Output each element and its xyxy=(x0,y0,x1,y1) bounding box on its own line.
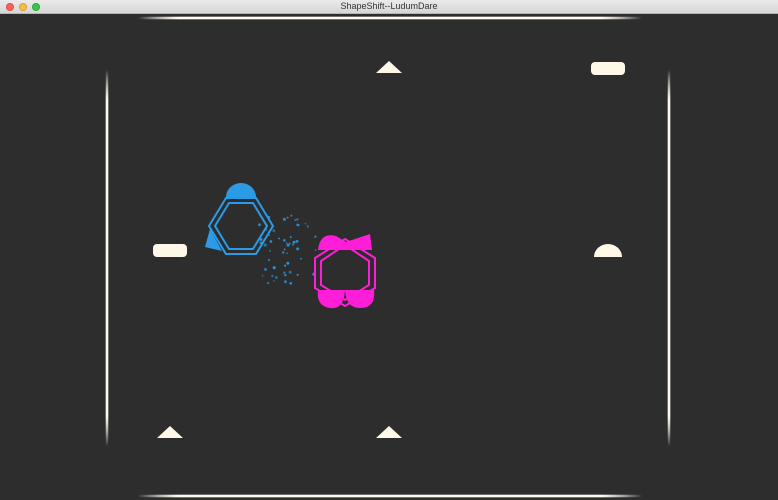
particle xyxy=(286,216,289,219)
blue-player-half-circle xyxy=(226,183,256,197)
game-canvas[interactable] xyxy=(0,14,778,500)
particle xyxy=(283,271,286,274)
particle xyxy=(267,281,270,285)
wall-bottom xyxy=(138,495,642,497)
wall-right xyxy=(668,70,670,446)
particle xyxy=(272,229,276,232)
particle xyxy=(314,249,317,251)
rounded-rect-pickup-left xyxy=(153,244,187,257)
particle xyxy=(272,266,276,270)
rounded-rect-pickup-top-right xyxy=(591,62,625,75)
magenta-player xyxy=(314,234,376,309)
particle xyxy=(283,248,286,251)
game-window: ShapeShift--LudumDare xyxy=(0,0,778,500)
particle xyxy=(289,281,293,285)
particle xyxy=(286,261,290,265)
particle xyxy=(281,251,285,254)
wall-left xyxy=(106,70,108,446)
half-circle-pickup-right xyxy=(594,244,622,257)
title-bar: ShapeShift--LudumDare xyxy=(0,0,778,14)
particle xyxy=(292,244,294,246)
particle xyxy=(292,240,296,244)
particle xyxy=(259,238,263,241)
particle xyxy=(304,222,307,225)
particle xyxy=(263,267,268,272)
particle xyxy=(290,214,293,217)
particle xyxy=(275,276,278,279)
particle xyxy=(258,223,261,227)
particle xyxy=(296,223,299,227)
particle xyxy=(284,273,287,277)
particle xyxy=(296,273,299,276)
particle xyxy=(288,270,292,274)
triangle-pickup-bottom-left xyxy=(157,426,183,438)
particle xyxy=(261,274,264,277)
particle xyxy=(285,242,288,244)
particle xyxy=(314,235,317,238)
particle xyxy=(273,280,275,282)
blue-player xyxy=(205,183,275,255)
particle xyxy=(289,236,292,239)
triangle-pickup-top xyxy=(376,61,402,73)
triangle-pickup-bottom-center xyxy=(376,426,402,438)
particle xyxy=(271,274,274,278)
particle xyxy=(296,218,299,221)
particle xyxy=(282,217,286,221)
particle xyxy=(296,247,300,251)
particle xyxy=(286,243,290,247)
particle xyxy=(299,257,303,260)
particle xyxy=(268,249,272,252)
particle xyxy=(263,243,267,247)
particle xyxy=(278,237,280,240)
game-scene xyxy=(106,17,670,497)
particle xyxy=(295,240,299,243)
particle xyxy=(306,225,309,228)
particle xyxy=(284,264,287,267)
particle xyxy=(294,218,297,222)
window-title: ShapeShift--LudumDare xyxy=(340,1,438,11)
magenta-player-top-blob xyxy=(318,234,372,250)
wall-top xyxy=(138,17,642,19)
particle xyxy=(283,239,286,242)
particle xyxy=(268,259,270,261)
particle xyxy=(286,252,289,255)
particle xyxy=(269,240,273,243)
particle xyxy=(283,280,288,284)
